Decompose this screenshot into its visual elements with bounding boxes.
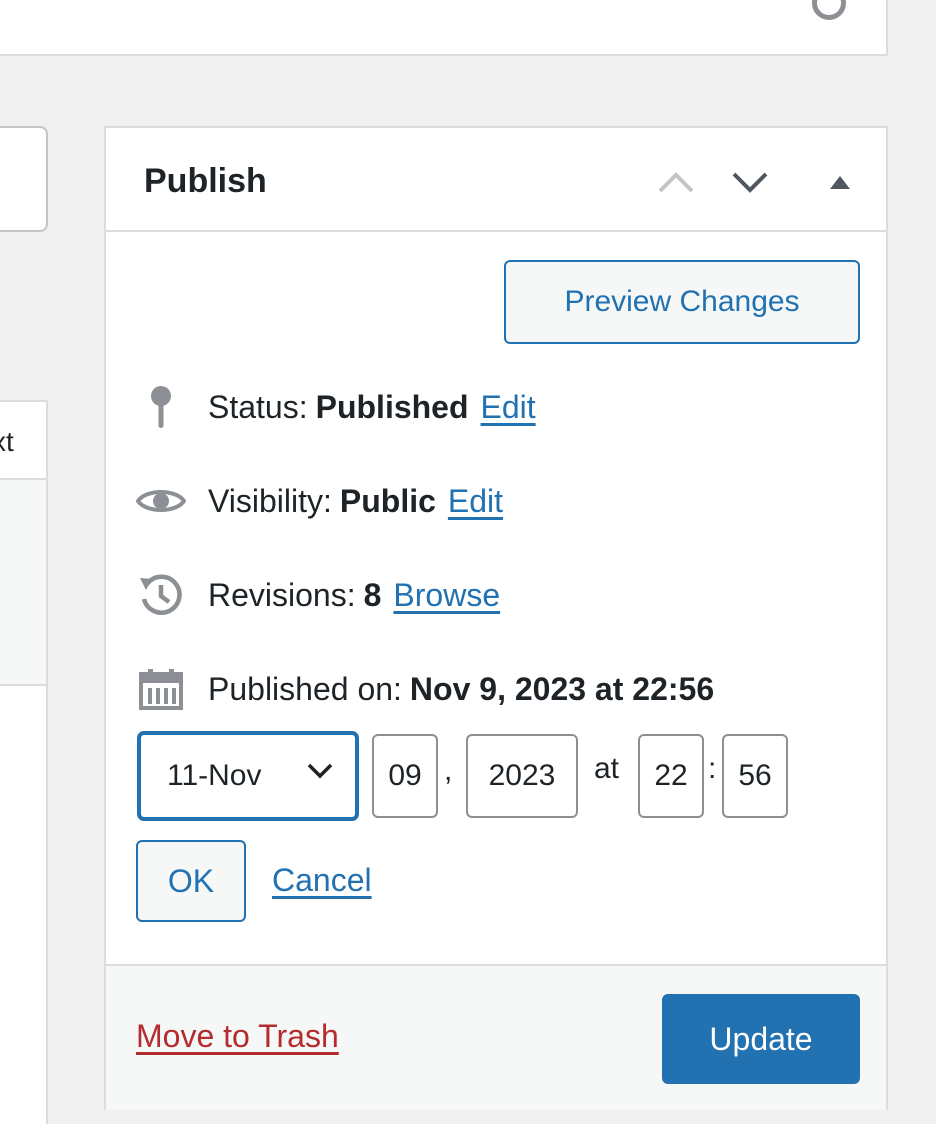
chevron-up-icon: [658, 172, 694, 193]
pin-icon: [136, 382, 186, 432]
date-separator-at: at: [594, 752, 620, 785]
day-input[interactable]: 09: [372, 734, 438, 818]
history-icon: [136, 570, 186, 620]
browse-revisions-link[interactable]: Browse: [393, 577, 500, 614]
chevron-down-icon: [732, 172, 768, 193]
side-panel-fragment: xt: [0, 400, 48, 686]
published-on-value: Nov 9, 2023 at 22:56: [409, 670, 715, 707]
visibility-label: Visibility:: [208, 482, 332, 519]
date-separator-comma: ,: [444, 754, 453, 787]
chevron-down-icon: [307, 763, 333, 779]
status-label: Status:: [208, 388, 308, 425]
visibility-row: Visibility: Public Edit: [136, 476, 503, 526]
top-panel-fragment: [0, 0, 888, 56]
month-select[interactable]: 11-Nov: [138, 732, 358, 820]
revisions-label: Revisions:: [208, 576, 356, 613]
published-on-label: Published on:: [208, 670, 402, 707]
visibility-value: Public: [339, 482, 436, 519]
move-to-trash-link[interactable]: Move to Trash: [136, 1018, 339, 1055]
cancel-link[interactable]: Cancel: [272, 862, 372, 899]
move-down-button[interactable]: [728, 162, 772, 202]
publish-title: Publish: [144, 162, 267, 200]
hour-input[interactable]: 22: [638, 734, 704, 818]
time-separator-colon: :: [708, 752, 717, 785]
content-fragment: [0, 686, 48, 1124]
calendar-icon: [136, 664, 186, 714]
update-button[interactable]: Update: [662, 994, 860, 1084]
toggle-panel-button[interactable]: [818, 162, 862, 202]
published-on-row: Published on: Nov 9, 2023 at 22:56: [136, 664, 714, 714]
publish-header: Publish: [106, 128, 886, 232]
year-input[interactable]: 2023: [466, 734, 578, 818]
publish-footer: Move to Trash Update: [106, 964, 886, 1110]
minute-input[interactable]: 56: [722, 734, 788, 818]
ok-button[interactable]: OK: [136, 840, 246, 922]
revisions-count: 8: [363, 576, 382, 613]
revisions-row: Revisions: 8 Browse: [136, 570, 500, 620]
preview-changes-button[interactable]: Preview Changes: [504, 260, 860, 344]
edit-status-link[interactable]: Edit: [481, 389, 536, 426]
side-panel-tab[interactable]: xt: [0, 402, 46, 480]
month-value: 11-Nov: [167, 759, 262, 792]
input-fragment[interactable]: [0, 126, 48, 232]
move-up-button[interactable]: [654, 162, 698, 202]
triangle-up-icon: [830, 176, 850, 189]
editor-sidebar-area: xt Publish Preview Changes: [0, 0, 936, 1124]
publish-box: Publish Preview Changes Status: Publishe…: [104, 126, 888, 1110]
status-row: Status: Published Edit: [136, 382, 536, 432]
status-value: Published: [315, 388, 469, 425]
eye-icon: [136, 476, 186, 526]
edit-visibility-link[interactable]: Edit: [448, 483, 503, 520]
